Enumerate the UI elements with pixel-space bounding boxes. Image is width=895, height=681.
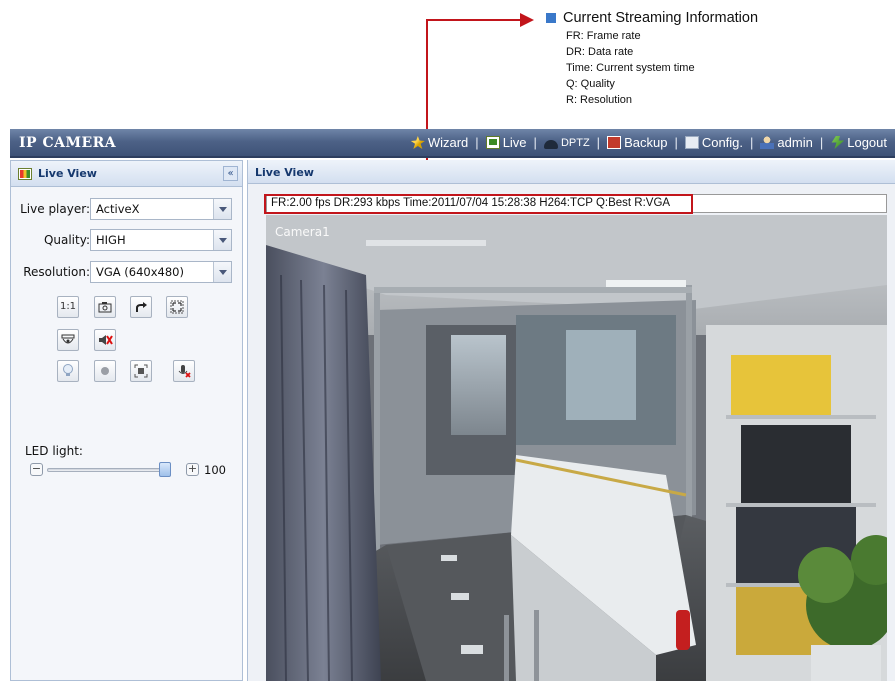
dptz-icon — [543, 139, 558, 149]
camera-name-overlay: Camera1 — [275, 225, 330, 239]
config-icon — [684, 136, 699, 149]
snapshot-icon — [98, 302, 112, 313]
bullet-square-icon — [546, 13, 556, 23]
live-player-select[interactable]: ActiveX — [90, 198, 232, 220]
led-light-label: LED light: — [25, 444, 83, 458]
live-view-sidebar: Live View « Live player: ActiveX Quality… — [10, 160, 243, 681]
wizard-icon — [410, 136, 425, 149]
live-player-label: Live player: — [20, 202, 90, 216]
admin-icon — [760, 136, 775, 149]
nav-backup[interactable]: Backup — [607, 135, 667, 150]
nav-admin[interactable]: admin — [760, 135, 813, 150]
annotation-line-q: Q: Quality — [566, 78, 615, 90]
nav-config-label: Config. — [701, 135, 744, 150]
zoom-focus-icon — [134, 364, 148, 378]
live-icon — [485, 136, 500, 149]
annotation-line-dr: DR: Data rate — [566, 46, 634, 58]
streaming-info-annotation: Current Streaming Information FR: Frame … — [546, 10, 846, 108]
logout-icon — [831, 136, 845, 149]
nav-live[interactable]: Live — [485, 135, 527, 150]
mute-speaker-button[interactable] — [94, 329, 116, 351]
callout-arrow-icon — [520, 13, 534, 27]
fullscreen-button[interactable] — [166, 296, 188, 318]
light-button[interactable] — [57, 360, 79, 382]
sidebar-header: Live View « — [11, 161, 242, 187]
actual-size-icon: 1:1 — [59, 301, 77, 312]
chevron-down-icon — [213, 230, 231, 250]
speaker-mute-icon — [99, 335, 113, 345]
nav-wizard[interactable]: Wizard — [410, 135, 469, 150]
live-player-value: ActiveX — [96, 202, 140, 216]
page-root: Current Streaming Information FR: Frame … — [0, 0, 895, 681]
main-header: Live View — [248, 160, 895, 184]
annotation-lines: FR: Frame rate DR: Data rate Time: Curre… — [566, 28, 846, 108]
resolution-label: Resolution: — [23, 265, 90, 279]
main-title: Live View — [255, 166, 314, 179]
nav-separator: | — [819, 135, 824, 150]
led-slider-thumb[interactable] — [159, 462, 171, 477]
resolution-select[interactable]: VGA (640x480) — [90, 261, 232, 283]
zoom-focus-button[interactable] — [130, 360, 152, 382]
nav-wizard-label: Wizard — [427, 135, 469, 150]
streaming-info-highlight — [264, 194, 693, 214]
microphone-mute-icon — [178, 365, 191, 378]
annotation-heading: Current Streaming Information — [563, 10, 759, 26]
resolution-value: VGA (640x480) — [96, 265, 184, 279]
record-icon — [101, 367, 109, 375]
rotate-icon — [136, 302, 147, 312]
mute-microphone-button[interactable] — [173, 360, 195, 382]
collapse-sidebar-button[interactable]: « — [223, 166, 238, 181]
chevron-down-icon — [213, 262, 231, 282]
led-light-value: 100 — [204, 463, 226, 477]
nav-backup-label: Backup — [624, 135, 668, 150]
nav-logout-label: Logout — [847, 135, 887, 150]
backup-icon — [607, 136, 622, 149]
nav-logout[interactable]: Logout — [830, 135, 887, 150]
resolution-row: Resolution: VGA (640x480) — [11, 261, 244, 283]
nav-separator: | — [674, 135, 678, 150]
fullscreen-icon — [170, 300, 184, 314]
nav-separator: | — [533, 135, 537, 150]
annotation-line-time: Time: Current system time — [566, 62, 695, 74]
nav-dptz[interactable]: DPTZ — [543, 136, 590, 149]
snapshot-button[interactable] — [94, 296, 116, 318]
app-header: IP CAMERA Wizard | Live | DPTZ | Backup … — [10, 129, 895, 158]
nav-admin-label: admin — [777, 135, 813, 150]
record-button[interactable] — [94, 360, 116, 382]
led-decrease-button[interactable]: − — [30, 463, 43, 476]
camera-dome-button[interactable] — [57, 329, 79, 351]
quality-label: Quality: — [43, 233, 90, 247]
nav-dptz-label: DPTZ — [560, 136, 590, 149]
quality-value: HIGH — [96, 233, 126, 247]
rotate-button[interactable] — [130, 296, 152, 318]
led-increase-button[interactable]: + — [186, 463, 199, 476]
led-light-slider[interactable] — [47, 468, 171, 472]
top-nav: Wizard | Live | DPTZ | Backup | Config. — [410, 135, 887, 150]
actual-size-button[interactable]: 1:1 — [57, 296, 79, 318]
annotation-line-r: R: Resolution — [566, 94, 633, 106]
live-player-row: Live player: ActiveX — [11, 198, 244, 220]
nav-config[interactable]: Config. — [684, 135, 744, 150]
quality-row: Quality: HIGH — [11, 229, 244, 251]
live-view-icon — [18, 168, 32, 180]
sidebar-title: Live View — [38, 167, 97, 180]
camera-dome-icon — [61, 334, 75, 344]
light-bulb-icon — [63, 364, 73, 376]
nav-live-label: Live — [502, 135, 527, 150]
annotation-line-fr: FR: Frame rate — [566, 30, 641, 42]
chevron-down-icon — [213, 199, 231, 219]
nav-separator: | — [750, 135, 754, 150]
annotation-heading-row: Current Streaming Information — [546, 10, 846, 26]
nav-separator: | — [596, 135, 601, 150]
camera-video-feed[interactable]: Camera1 — [266, 215, 887, 681]
nav-separator: | — [475, 135, 479, 150]
camera-scene-image — [266, 215, 887, 681]
quality-select[interactable]: HIGH — [90, 229, 232, 251]
live-view-main: Live View FR:2.00 fps DR:293 kbps Time:2… — [247, 160, 895, 681]
brand-title: IP CAMERA — [19, 135, 117, 151]
callout-line-horizontal — [426, 19, 522, 21]
